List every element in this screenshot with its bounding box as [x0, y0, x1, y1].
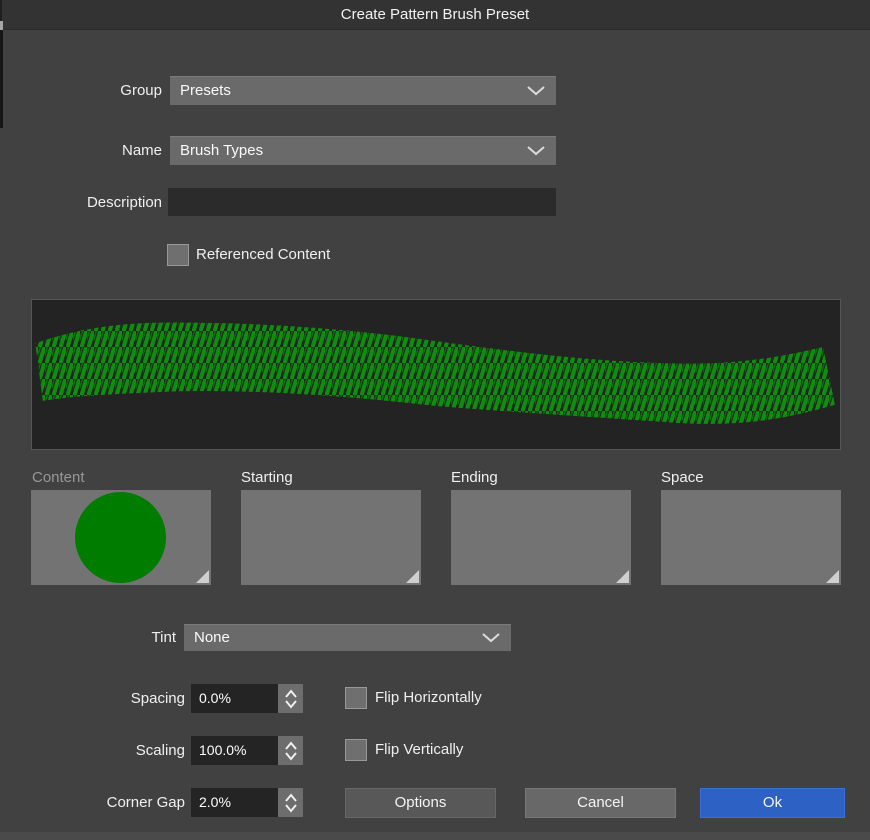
tint-dropdown[interactable]: None [184, 624, 511, 651]
space-thumbnail-label: Space [661, 468, 831, 488]
dialog-bottom-edge [0, 832, 870, 840]
description-input[interactable] [168, 188, 556, 216]
space-thumbnail[interactable] [661, 490, 841, 585]
chevron-down-icon [527, 146, 545, 156]
create-pattern-brush-preset-dialog: Create Pattern Brush Preset Group Preset… [0, 0, 870, 840]
flip-horizontally-checkbox[interactable] [345, 687, 367, 709]
options-button[interactable]: Options [345, 788, 496, 818]
left-edge-artifact [0, 30, 3, 128]
description-label: Description [20, 188, 162, 217]
scaling-label: Scaling [40, 736, 185, 765]
flip-horizontally-label: Flip Horizontally [375, 686, 575, 710]
starting-thumbnail[interactable] [241, 490, 421, 585]
flip-vertically-checkbox[interactable] [345, 739, 367, 761]
spacing-input[interactable]: 0.0% [191, 684, 278, 713]
corner-gap-input[interactable]: 2.0% [191, 788, 278, 817]
cancel-button[interactable]: Cancel [525, 788, 676, 818]
ok-button[interactable]: Ok [700, 788, 845, 818]
dialog-title: Create Pattern Brush Preset [341, 6, 529, 23]
dialog-titlebar[interactable]: Create Pattern Brush Preset [0, 0, 870, 30]
name-dropdown[interactable]: Brush Types [170, 136, 556, 165]
flip-vertically-label: Flip Vertically [375, 738, 575, 762]
corner-gap-label: Corner Gap [40, 788, 185, 817]
chevron-down-icon [482, 633, 500, 643]
resize-corner-icon[interactable] [826, 570, 839, 583]
referenced-content-checkbox[interactable] [167, 244, 189, 266]
left-edge-artifact-notch [0, 21, 3, 30]
name-dropdown-value: Brush Types [180, 142, 263, 159]
tint-dropdown-value: None [194, 629, 230, 646]
stepper-arrows-icon [284, 793, 298, 813]
resize-corner-icon[interactable] [196, 570, 209, 583]
spacing-label: Spacing [40, 684, 185, 713]
scaling-stepper[interactable] [278, 736, 303, 765]
resize-corner-icon[interactable] [406, 570, 419, 583]
ending-thumbnail-label: Ending [451, 468, 621, 488]
starting-thumbnail-label: Starting [241, 468, 411, 488]
referenced-content-label: Referenced Content [196, 243, 416, 267]
tint-label: Tint [96, 624, 176, 651]
corner-gap-stepper[interactable] [278, 788, 303, 817]
name-label: Name [40, 136, 162, 165]
brush-stroke-preview [31, 299, 841, 450]
resize-corner-icon[interactable] [616, 570, 629, 583]
stepper-arrows-icon [284, 689, 298, 709]
spacing-stepper[interactable] [278, 684, 303, 713]
chevron-down-icon [527, 86, 545, 96]
group-dropdown-value: Presets [180, 82, 231, 99]
brush-stroke-band [38, 325, 832, 421]
stepper-arrows-icon [284, 741, 298, 761]
scaling-input[interactable]: 100.0% [191, 736, 278, 765]
group-label: Group [40, 76, 162, 105]
ending-thumbnail[interactable] [451, 490, 631, 585]
left-edge-artifact-top [0, 0, 2, 21]
brush-content-circle [75, 492, 166, 583]
content-thumbnail[interactable] [31, 490, 211, 585]
group-dropdown[interactable]: Presets [170, 76, 556, 105]
content-thumbnail-label: Content [32, 468, 202, 488]
brush-preview [31, 299, 841, 450]
